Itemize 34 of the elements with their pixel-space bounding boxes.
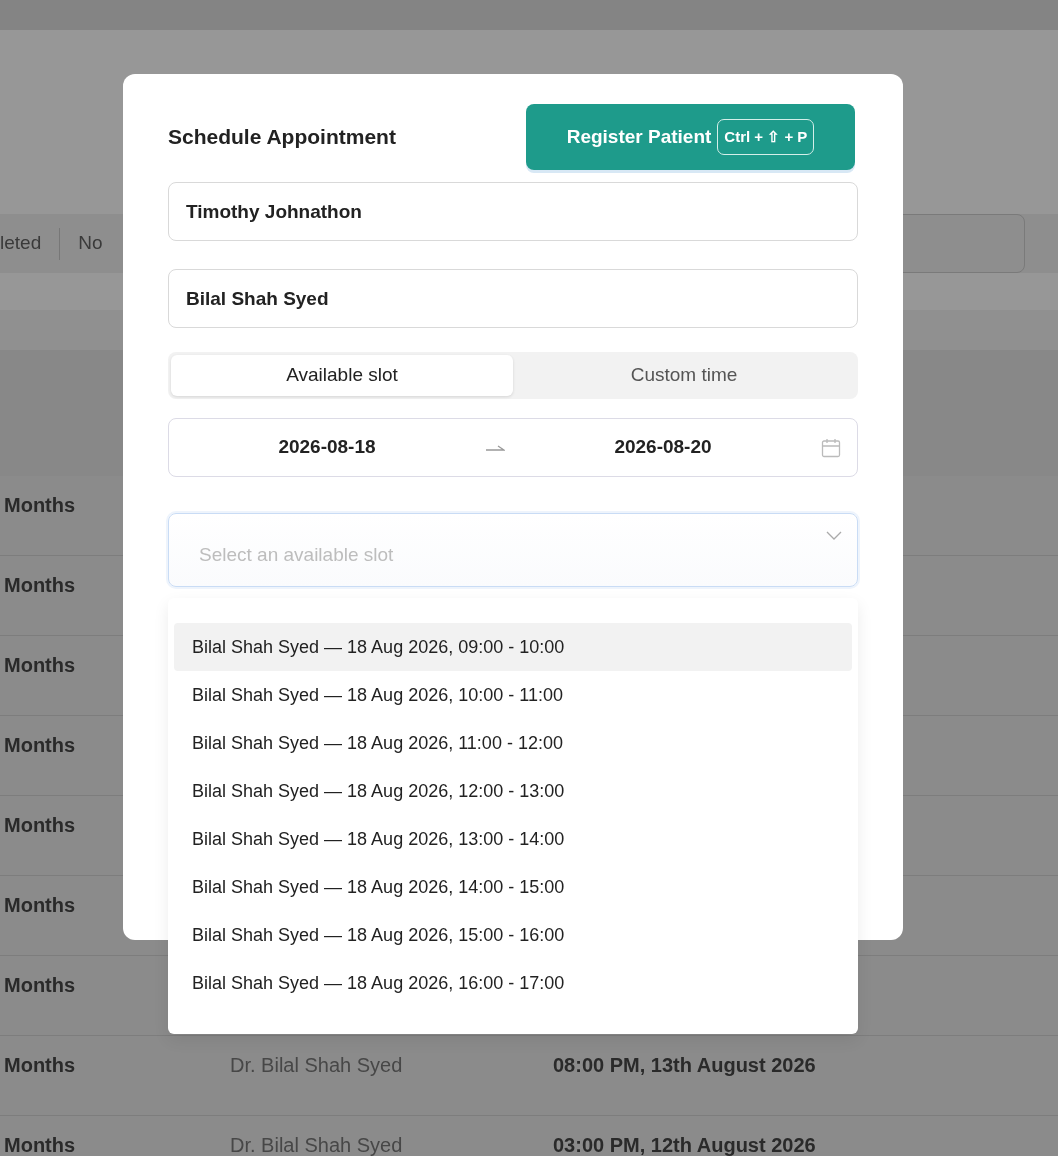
chevron-down-icon	[826, 531, 842, 541]
slot-option[interactable]: Bilal Shah Syed — 18 Aug 2026, 15:00 - 16:00	[174, 911, 852, 959]
shortcut-hint: Ctrl + ⇧ + P	[717, 118, 815, 156]
mode-tab[interactable]: Available slot	[171, 355, 513, 396]
duration-cell: Months	[4, 654, 76, 676]
doctor-cell: Dr. Bilal Shah Syed	[230, 1054, 403, 1076]
duration-cell: Months	[4, 974, 76, 996]
slot-option[interactable]: Bilal Shah Syed — 18 Aug 2026, 13:00 - 14:00	[174, 815, 852, 863]
patient-field[interactable]: Timothy Johnathon	[168, 182, 858, 241]
duration-cell: Months	[4, 734, 76, 756]
start-date: 2026-08-18	[277, 435, 377, 460]
duration-cell: Months	[4, 894, 76, 916]
duration-cell: Months	[4, 1054, 76, 1076]
duration-cell: Months	[4, 574, 76, 596]
calendar-icon	[821, 437, 841, 458]
slot-select[interactable]: Select an available slot	[168, 513, 858, 587]
doctor-field[interactable]: Bilal Shah Syed	[168, 269, 858, 328]
slot-option[interactable]: Bilal Shah Syed — 18 Aug 2026, 10:00 - 11:00	[174, 671, 852, 719]
duration-cell: Months	[4, 494, 76, 516]
slot-option[interactable]: Bilal Shah Syed — 18 Aug 2026, 14:00 - 15:00	[174, 863, 852, 911]
duration-cell: Months	[4, 814, 76, 836]
slot-option[interactable]: Bilal Shah Syed — 18 Aug 2026, 12:00 - 13:00	[174, 767, 852, 815]
slot-option[interactable]: Bilal Shah Syed — 18 Aug 2026, 09:00 - 10:00	[174, 623, 852, 671]
datetime-cell: 03:00 PM, 12th August 2026	[553, 1134, 816, 1156]
end-date: 2026-08-20	[613, 435, 713, 460]
duration-cell: Months	[4, 1134, 76, 1156]
date-range-field[interactable]: 2026-08-18 2026-08-20	[168, 418, 858, 477]
slot-option[interactable]: Bilal Shah Syed — 18 Aug 2026, 16:00 - 17:00	[174, 959, 852, 1007]
dialog-title: Schedule Appointment	[168, 124, 396, 150]
slot-option[interactable]: Bilal Shah Syed — 18 Aug 2026, 11:00 - 12:00	[174, 719, 852, 767]
mode-tab[interactable]: Custom time	[513, 355, 855, 396]
doctor-cell: Dr. Bilal Shah Syed	[230, 1134, 403, 1156]
filter-tab[interactable]: leted	[0, 229, 60, 258]
datetime-cell: 08:00 PM, 13th August 2026	[553, 1054, 816, 1076]
